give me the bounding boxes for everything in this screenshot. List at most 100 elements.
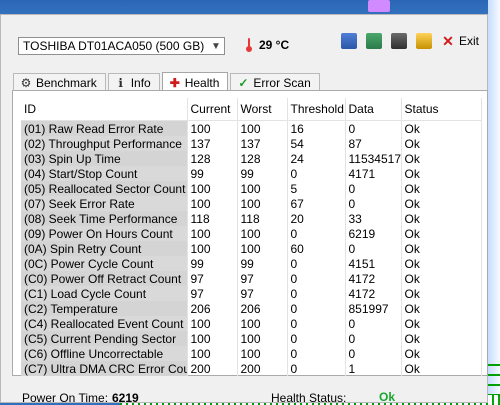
save-icon[interactable] xyxy=(390,33,407,49)
smart-worst: 100 xyxy=(237,181,288,196)
exit-label: Exit xyxy=(458,34,479,48)
smart-current: 100 xyxy=(187,346,238,361)
table-row[interactable]: (03) Spin Up Time 128 128 24 11534517 Ok xyxy=(21,151,482,166)
smart-status: Ok xyxy=(401,271,482,286)
power-on-time-label: Power On Time: xyxy=(22,391,109,405)
tab-label: Info xyxy=(130,75,151,90)
smart-data: 0 xyxy=(345,241,402,256)
smart-status: Ok xyxy=(401,301,482,316)
exit-button[interactable]: ✕ Exit xyxy=(441,34,479,48)
smart-status: Ok xyxy=(401,196,482,211)
tab-label: Error Scan xyxy=(253,75,311,90)
tab-benchmark[interactable]: ⚙ Benchmark xyxy=(13,73,106,91)
smart-worst: 128 xyxy=(237,151,288,166)
table-row[interactable]: (01) Raw Read Error Rate 100 100 16 0 Ok xyxy=(21,120,482,136)
table-row[interactable]: (09) Power On Hours Count 100 100 0 6219… xyxy=(21,226,482,241)
health-panel: ID Current Worst Threshold Data Status (… xyxy=(12,90,488,376)
smart-current: 137 xyxy=(187,136,238,151)
table-row[interactable]: (C2) Temperature 206 206 0 851997 Ok xyxy=(21,301,482,316)
smart-attribute-id: (09) Power On Hours Count xyxy=(21,226,188,241)
column-header-id[interactable]: ID xyxy=(21,98,188,121)
smart-current: 97 xyxy=(187,271,238,286)
smart-data: 4172 xyxy=(345,271,402,286)
smart-worst: 206 xyxy=(237,301,288,316)
right-edge-background xyxy=(488,0,500,405)
smart-attribute-id: (C0) Power Off Retract Count xyxy=(21,271,188,286)
smart-worst: 100 xyxy=(237,316,288,331)
chevron-down-icon[interactable]: ▼ xyxy=(208,41,224,52)
column-header-worst[interactable]: Worst xyxy=(237,98,288,121)
smart-attribute-id: (C5) Current Pending Sector xyxy=(21,331,188,346)
smart-worst: 99 xyxy=(237,166,288,181)
smart-current: 100 xyxy=(187,226,238,241)
copy-icon[interactable] xyxy=(340,33,357,49)
status-footer: Power On Time: 6219 Health Status: Ok xyxy=(1,381,489,405)
smart-current: 100 xyxy=(187,181,238,196)
smart-current: 99 xyxy=(187,256,238,271)
smart-data: 6219 xyxy=(345,226,402,241)
smart-threshold: 54 xyxy=(287,136,346,151)
smart-threshold: 20 xyxy=(287,211,346,226)
info-icon: ℹ xyxy=(118,75,123,90)
smart-current: 118 xyxy=(187,211,238,226)
table-row[interactable]: (C5) Current Pending Sector 100 100 0 0 … xyxy=(21,331,482,346)
smart-current: 100 xyxy=(187,331,238,346)
column-header-data[interactable]: Data xyxy=(345,98,402,121)
column-header-threshold[interactable]: Threshold xyxy=(287,98,346,121)
smart-status: Ok xyxy=(401,151,482,166)
smart-worst: 99 xyxy=(237,256,288,271)
smart-current: 100 xyxy=(187,316,238,331)
close-icon: ✕ xyxy=(442,33,454,49)
smart-status: Ok xyxy=(401,241,482,256)
smart-status: Ok xyxy=(401,256,482,271)
temperature-display: 29 °C xyxy=(243,38,289,52)
smart-threshold: 0 xyxy=(287,256,346,271)
smart-data: 1 xyxy=(345,361,402,376)
smart-worst: 100 xyxy=(237,241,288,256)
smart-status: Ok xyxy=(401,316,482,331)
tab-health[interactable]: ✚ Health xyxy=(161,72,229,92)
tab-info[interactable]: ℹ Info xyxy=(107,73,160,91)
table-row[interactable]: (C7) Ultra DMA CRC Error Count 200 200 0… xyxy=(21,361,482,376)
table-header-row: ID Current Worst Threshold Data Status xyxy=(21,98,482,121)
table-row[interactable]: (0C) Power Cycle Count 99 99 0 4151 Ok xyxy=(21,256,482,271)
smart-worst: 100 xyxy=(237,226,288,241)
top-bar: TOSHIBA DT01ACA050 (500 GB) ▼ 29 °C ✕ Ex… xyxy=(1,15,489,75)
smart-attribute-id: (05) Reallocated Sector Count xyxy=(21,181,188,196)
smart-threshold: 0 xyxy=(287,286,346,301)
smart-attribute-id: (C1) Load Cycle Count xyxy=(21,286,188,301)
smart-threshold: 0 xyxy=(287,361,346,376)
drive-select[interactable]: TOSHIBA DT01ACA050 (500 GB) ▼ xyxy=(18,37,225,55)
table-row[interactable]: (08) Seek Time Performance 118 118 20 33… xyxy=(21,211,482,226)
tabs: ⚙ Benchmark ℹ Info ✚ Health ✓ Error Scan xyxy=(13,69,320,92)
smart-data: 4151 xyxy=(345,256,402,271)
table-row[interactable]: (C0) Power Off Retract Count 97 97 0 417… xyxy=(21,271,482,286)
copy-all-icon[interactable] xyxy=(365,33,382,49)
table-row[interactable]: (C1) Load Cycle Count 97 97 0 4172 Ok xyxy=(21,286,482,301)
smart-current: 206 xyxy=(187,301,238,316)
table-row[interactable]: (0A) Spin Retry Count 100 100 60 0 Ok xyxy=(21,241,482,256)
smart-worst: 118 xyxy=(237,211,288,226)
options-icon[interactable] xyxy=(415,33,432,49)
smart-data: 87 xyxy=(345,136,402,151)
smart-threshold: 60 xyxy=(287,241,346,256)
column-header-current[interactable]: Current xyxy=(187,98,238,121)
column-header-status[interactable]: Status xyxy=(401,98,482,121)
power-on-time-value: 6219 xyxy=(112,391,139,405)
tab-error-scan[interactable]: ✓ Error Scan xyxy=(230,73,320,91)
table-row[interactable]: (07) Seek Error Rate 100 100 67 0 Ok xyxy=(21,196,482,211)
table-row[interactable]: (C4) Reallocated Event Count 100 100 0 0… xyxy=(21,316,482,331)
table-row[interactable]: (02) Throughput Performance 137 137 54 8… xyxy=(21,136,482,151)
smart-attribute-id: (C6) Offline Uncorrectable xyxy=(21,346,188,361)
health-status-label: Health Status: xyxy=(271,391,347,405)
smart-status: Ok xyxy=(401,136,482,151)
smart-data: 11534517 xyxy=(345,151,402,166)
table-row[interactable]: (C6) Offline Uncorrectable 100 100 0 0 O… xyxy=(21,346,482,361)
table-row[interactable]: (05) Reallocated Sector Count 100 100 5 … xyxy=(21,181,482,196)
smart-attribute-id: (03) Spin Up Time xyxy=(21,151,188,166)
smart-status: Ok xyxy=(401,120,482,136)
smart-current: 100 xyxy=(187,120,238,136)
smart-current: 100 xyxy=(187,241,238,256)
smart-current: 128 xyxy=(187,151,238,166)
table-row[interactable]: (04) Start/Stop Count 99 99 0 4171 Ok xyxy=(21,166,482,181)
